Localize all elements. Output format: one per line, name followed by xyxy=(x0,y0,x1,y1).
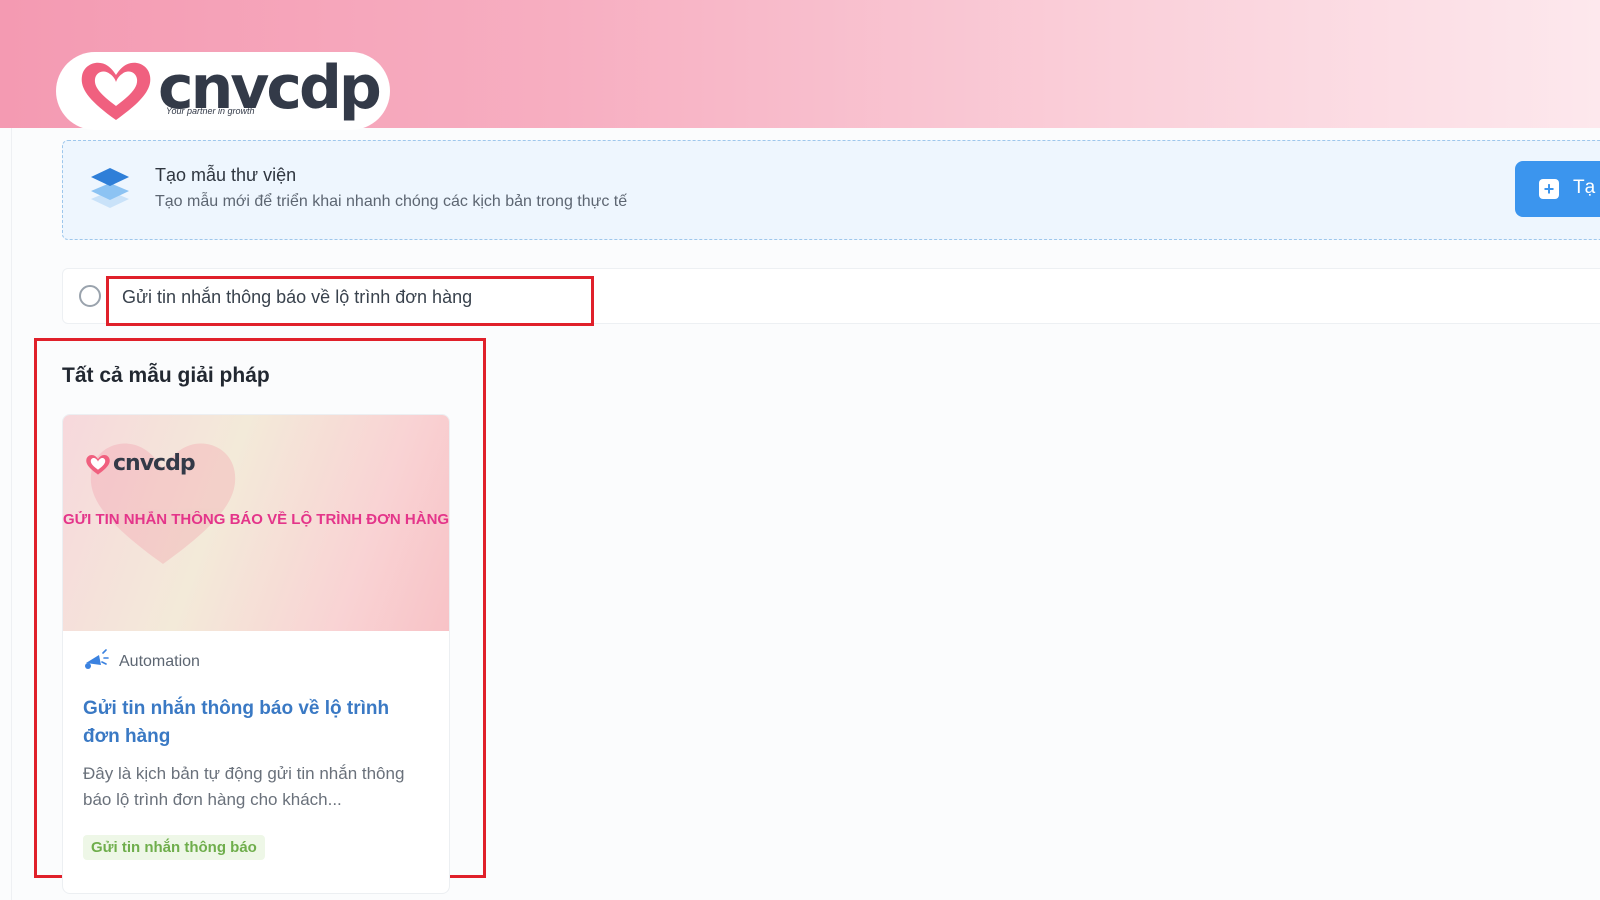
heart-logo-icon xyxy=(81,62,151,120)
create-template-button[interactable]: + Tạ xyxy=(1515,161,1600,217)
template-thumbnail: cnvcdp GỬI TIN NHẮN THÔNG BÁO VỀ LỘ TRÌN… xyxy=(63,415,450,631)
brand-tagline: Your partner in growth xyxy=(166,106,255,116)
brand-logo[interactable]: cnvcdp Your partner in growth xyxy=(56,52,390,130)
heart-watermark-icon xyxy=(90,443,236,564)
library-template-banner: Tạo mẫu thư viện Tạo mẫu mới để triển kh… xyxy=(62,140,1600,240)
thumbnail-title: GỬI TIN NHẮN THÔNG BÁO VỀ LỘ TRÌNH ĐƠN H… xyxy=(63,511,450,528)
megaphone-icon xyxy=(85,649,109,669)
radio-icon[interactable] xyxy=(79,285,101,307)
template-title[interactable]: Gửi tin nhắn thông báo về lộ trình đơn h… xyxy=(83,695,423,751)
template-description: Đây là kịch bản tự động gửi tin nhắn thô… xyxy=(83,764,405,809)
create-template-label: Tạ xyxy=(1573,177,1596,198)
banner-title: Tạo mẫu thư viện xyxy=(155,165,297,185)
left-gutter-divider xyxy=(11,128,12,900)
heart-logo-icon xyxy=(86,455,110,475)
layers-icon xyxy=(91,168,129,208)
template-category: Automation xyxy=(119,653,200,670)
section-title: Tất cả mẫu giải pháp xyxy=(62,364,270,387)
template-tag: Gửi tin nhắn thông báo xyxy=(83,835,265,860)
top-banner: cnvcdp Your partner in growth xyxy=(0,0,1600,130)
thumbnail-brand: cnvcdp xyxy=(113,451,196,476)
page: cnvcdp Your partner in growth Tạo mẫu th… xyxy=(0,0,1600,900)
template-card[interactable]: cnvcdp GỬI TIN NHẮN THÔNG BÁO VỀ LỘ TRÌN… xyxy=(62,414,450,894)
plus-icon: + xyxy=(1539,179,1559,199)
banner-subtitle: Tạo mẫu mới để triển khai nhanh chóng cá… xyxy=(155,193,628,210)
search-input[interactable]: Gửi tin nhắn thông báo về lộ trình đơn h… xyxy=(122,287,472,308)
